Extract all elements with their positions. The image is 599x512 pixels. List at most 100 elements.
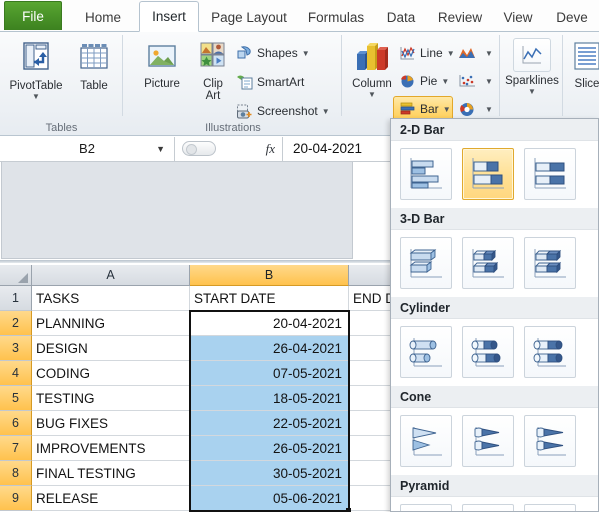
pie-chart-icon	[399, 73, 416, 89]
pie-chart-button[interactable]: Pie ▼	[399, 70, 449, 92]
group-divider	[562, 35, 563, 116]
chevron-down-icon[interactable]: ▼	[485, 77, 493, 86]
gallery-item-pyr-100-stacked[interactable]	[524, 504, 576, 511]
chevron-down-icon[interactable]: ▼	[485, 49, 493, 58]
chevron-down-icon[interactable]: ▼	[302, 49, 310, 58]
chevron-down-icon[interactable]: ▼	[443, 105, 451, 114]
chevron-down-icon[interactable]: ▼	[322, 107, 330, 116]
cell-b1[interactable]: START DATE	[190, 286, 349, 311]
gallery-item-cone-clustered[interactable]	[400, 415, 452, 467]
tab-page-layout[interactable]: Page Layout	[203, 2, 295, 32]
tab-developer[interactable]: Deve	[545, 2, 599, 32]
gallery-item-bar-3d-100-stacked[interactable]	[524, 237, 576, 289]
table-button[interactable]: Table	[70, 40, 118, 92]
cell-a9[interactable]: RELEASE	[32, 486, 190, 511]
gallery-item-bar-3d-stacked[interactable]	[462, 237, 514, 289]
gallery-item-pyr-stacked[interactable]	[462, 504, 514, 511]
tab-formulas[interactable]: Formulas	[299, 2, 373, 32]
pivottable-button[interactable]: PivotTable ▼	[4, 40, 68, 101]
gallery-item-pyr-clustered[interactable]	[400, 504, 452, 511]
scatter-chart-button[interactable]: ▼	[457, 70, 493, 92]
cell-a3[interactable]: DESIGN	[32, 336, 190, 361]
chevron-down-icon[interactable]: ▼	[368, 91, 376, 99]
shapes-icon	[236, 45, 253, 62]
other-charts-button[interactable]: ▼	[457, 98, 493, 120]
row-header-2[interactable]: 2	[0, 311, 32, 336]
smartart-button[interactable]: SmartArt	[236, 71, 304, 93]
gallery-item-bar-stacked[interactable]	[462, 148, 514, 200]
chevron-down-icon[interactable]: ▼	[528, 88, 536, 96]
column-header-a[interactable]: A	[32, 265, 190, 286]
gallery-row-pyramid	[391, 497, 598, 511]
gallery-item-cyl-stacked[interactable]	[462, 326, 514, 378]
tab-file[interactable]: File	[4, 1, 62, 30]
name-box[interactable]: B2 ▼	[0, 136, 175, 161]
gallery-item-cone-stacked[interactable]	[462, 415, 514, 467]
gallery-item-cyl-100-stacked[interactable]	[524, 326, 576, 378]
tab-insert[interactable]: Insert	[139, 1, 199, 32]
cell-b5[interactable]: 18-05-2021	[190, 386, 349, 411]
area-chart-button[interactable]: ▼	[457, 42, 493, 64]
chevron-down-icon[interactable]: ▼	[441, 77, 449, 86]
screenshot-button[interactable]: Screenshot ▼	[236, 100, 330, 122]
column-chart-button[interactable]: Column ▼	[345, 40, 399, 99]
chevron-down-icon[interactable]: ▼	[32, 93, 40, 101]
cell-b6[interactable]: 22-05-2021	[190, 411, 349, 436]
sparklines-label: Sparklines	[505, 75, 559, 87]
gallery-item-cyl-clustered[interactable]	[400, 326, 452, 378]
chevron-down-icon[interactable]: ▼	[485, 105, 493, 114]
row-header-6[interactable]: 6	[0, 411, 32, 436]
cell-b9[interactable]: 05-06-2021	[190, 486, 349, 511]
tab-home[interactable]: Home	[72, 2, 134, 32]
pivottable-label: PivotTable	[9, 80, 63, 92]
insert-function-icon[interactable]: fx	[266, 141, 275, 157]
row-header-8[interactable]: 8	[0, 461, 32, 486]
gallery-item-bar-3d-clustered[interactable]	[400, 237, 452, 289]
cell-a2[interactable]: PLANNING	[32, 311, 190, 336]
tab-view[interactable]: View	[495, 2, 541, 32]
chevron-down-icon[interactable]: ▼	[447, 49, 455, 58]
column-header-b[interactable]: B	[190, 265, 349, 286]
slicer-button[interactable]: Slice	[564, 40, 599, 90]
row-header-4[interactable]: 4	[0, 361, 32, 386]
chevron-down-icon[interactable]: ▼	[156, 144, 165, 154]
cell-a7[interactable]: IMPROVEMENTS	[32, 436, 190, 461]
clip-art-button[interactable]: Clip Art	[192, 40, 234, 102]
cell-b2[interactable]: 20-04-2021	[190, 311, 349, 336]
row-header-1[interactable]: 1	[0, 286, 32, 311]
area-chart-icon	[457, 45, 477, 61]
cell-b7[interactable]: 26-05-2021	[190, 436, 349, 461]
name-box-value: B2	[79, 141, 95, 156]
cell-b4[interactable]: 07-05-2021	[190, 361, 349, 386]
select-all-corner[interactable]	[0, 265, 32, 286]
line-chart-button[interactable]: Line ▼	[399, 42, 455, 64]
cell-b8[interactable]: 30-05-2021	[190, 461, 349, 486]
cell-a5[interactable]: TESTING	[32, 386, 190, 411]
cell-b3[interactable]: 26-04-2021	[190, 336, 349, 361]
tab-data[interactable]: Data	[377, 2, 425, 32]
picture-button[interactable]: Picture	[134, 40, 190, 90]
bar-chart-gallery-dropdown[interactable]: 2-D Bar 3-D Bar Cylinder Cone Pyramid	[390, 118, 599, 512]
formula-bar-expand-pill[interactable]	[182, 141, 216, 156]
tab-review[interactable]: Review	[429, 2, 491, 32]
cell-a6[interactable]: BUG FIXES	[32, 411, 190, 436]
sparklines-button[interactable]: Sparklines ▼	[501, 38, 563, 96]
cell-a8[interactable]: FINAL TESTING	[32, 461, 190, 486]
row-header-5[interactable]: 5	[0, 386, 32, 411]
gallery-item-bar-100-stacked[interactable]	[524, 148, 576, 200]
cell-a4[interactable]: CODING	[32, 361, 190, 386]
doughnut-chart-icon	[457, 101, 477, 118]
shapes-button[interactable]: Shapes ▼	[236, 42, 310, 64]
row-header-7[interactable]: 7	[0, 436, 32, 461]
row-header-9[interactable]: 9	[0, 486, 32, 511]
gallery-row-3d-bar	[391, 230, 598, 297]
excel-window: File Home Insert Page Layout Formulas Da…	[0, 0, 599, 512]
cell-a1[interactable]: TASKS	[32, 286, 190, 311]
gallery-item-bar-clustered[interactable]	[400, 148, 452, 200]
gallery-item-cone-100-stacked[interactable]	[524, 415, 576, 467]
row-header-3[interactable]: 3	[0, 336, 32, 361]
column-chart-icon	[353, 40, 391, 75]
clip-art-label-1: Clip	[203, 78, 223, 90]
formula-bar-expanded-area	[1, 162, 353, 259]
picture-label: Picture	[144, 78, 180, 90]
